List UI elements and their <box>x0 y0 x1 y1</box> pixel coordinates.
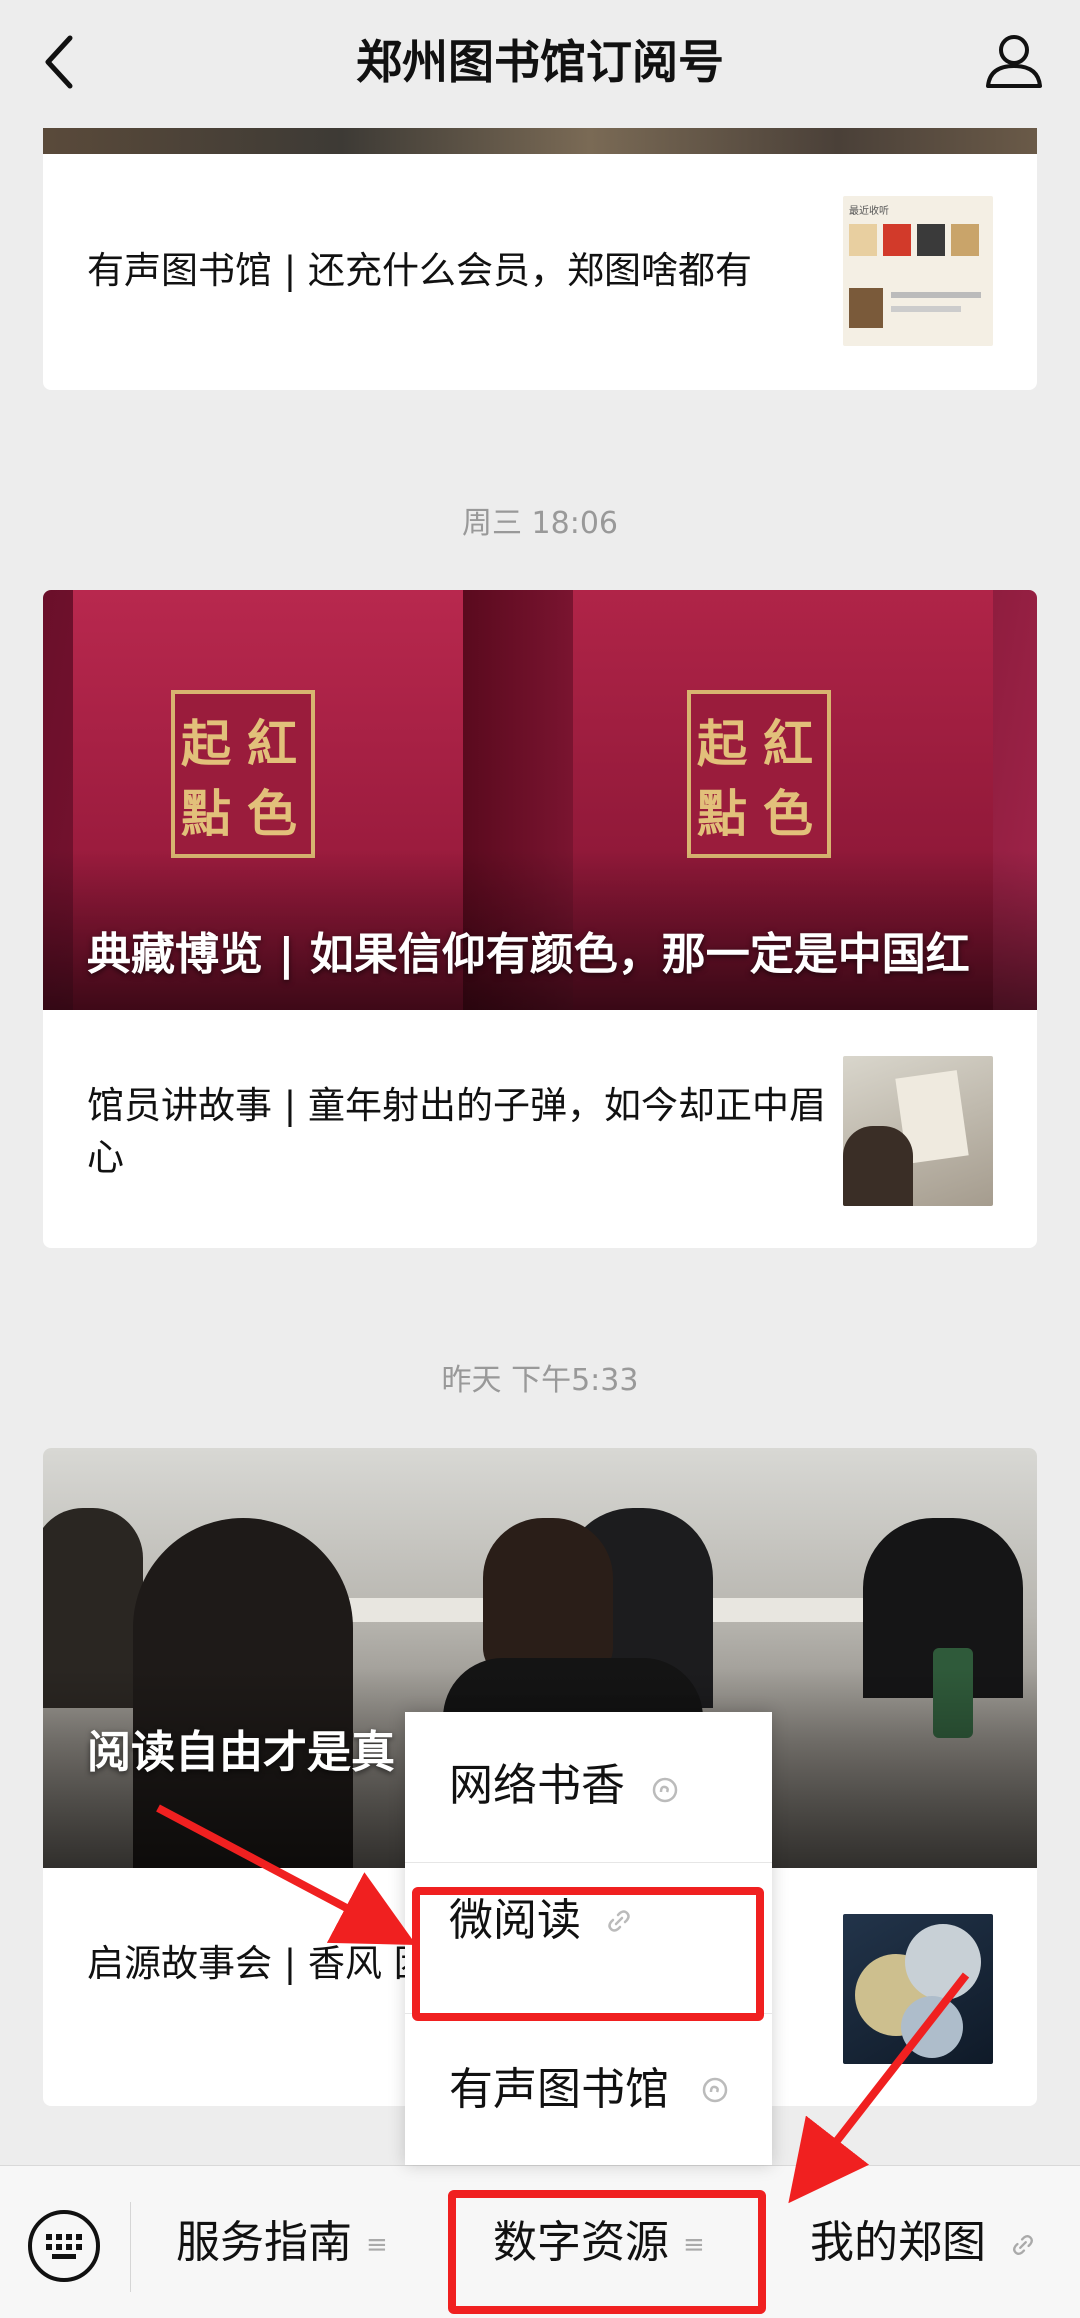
thumbnail-fan <box>905 1924 981 2000</box>
mini-program-icon <box>702 2077 728 2103</box>
article-title: 馆员讲故事 | 童年射出的子弹，如今却正中眉心 <box>87 1084 826 1179</box>
seal-character: 色 <box>247 785 297 843</box>
menu-my-library[interactable]: 我的郑图 <box>810 2208 1036 2278</box>
submenu-item-label: 网络书香 <box>449 1760 625 1811</box>
seal-character: 起 <box>697 715 747 773</box>
article-thumbnail <box>843 1914 993 2064</box>
reading-room-figure <box>483 1518 613 1678</box>
annotation-highlight-box <box>448 2190 766 2314</box>
timestamp: 周三 18:06 <box>462 506 618 541</box>
article-card[interactable]: 有声图书馆 | 还充什么会员，郑图啥都有 最近收听 <box>43 110 1037 390</box>
annotation-highlight-box <box>412 1887 764 2021</box>
menu-label: 服务指南 <box>176 2217 352 2268</box>
article-thumbnail <box>843 1056 993 1206</box>
divider <box>130 2202 131 2292</box>
thumbnail-tile <box>849 224 877 256</box>
thumbnail-fan <box>901 1996 963 2058</box>
person-icon[interactable] <box>982 28 1046 92</box>
seal-character: 紅 <box>763 715 813 773</box>
book-seal: 起 點 紅 色 <box>687 690 831 858</box>
top-bar: 郑州图书馆订阅号 <box>0 0 1080 128</box>
submenu-item-label: 有声图书馆 <box>449 2064 669 2115</box>
thumbnail-caption: 最近收听 <box>849 206 889 217</box>
keyboard-icon[interactable] <box>26 2208 102 2284</box>
thumbnail-line <box>891 292 981 298</box>
thumbnail-tile <box>951 224 979 256</box>
seal-character: 色 <box>763 785 813 843</box>
submenu-item-audio-library[interactable]: 有声图书馆 <box>405 2014 772 2164</box>
hero-title: 典藏博览 | 如果信仰有颜色，那一定是中国红 <box>87 929 970 980</box>
submenu-item-network-book-fragrance[interactable]: 网络书香 <box>405 1712 772 1862</box>
thumbnail-tile <box>917 224 945 256</box>
article-title: 有声图书馆 | 还充什么会员，郑图啥都有 <box>87 249 752 292</box>
mini-program-icon <box>652 1777 678 1803</box>
seal-character: 點 <box>697 785 747 843</box>
article-thumbnail: 最近收听 <box>843 196 993 346</box>
article-card[interactable]: 起 點 紅 色 起 點 紅 色 典藏博览 | 如果信仰有颜色，那一定是中国红 馆… <box>43 590 1037 1248</box>
link-icon <box>1013 2235 1033 2255</box>
book-seal: 起 點 紅 色 <box>171 690 315 858</box>
thumbnail-figure <box>843 1126 913 1206</box>
seal-character: 紅 <box>247 715 297 773</box>
submenu-indicator-icon: ≡ <box>366 2230 388 2260</box>
hero-image-strip <box>43 128 1037 154</box>
menu-label: 我的郑图 <box>810 2217 986 2268</box>
hero-image[interactable]: 起 點 紅 色 起 點 紅 色 典藏博览 | 如果信仰有颜色，那一定是中国红 <box>43 590 1037 1010</box>
thumbnail-tile <box>849 288 883 328</box>
menu-service-guide[interactable]: 服务指南 ≡ <box>176 2208 388 2278</box>
thumbnail-line <box>891 306 961 312</box>
page-title: 郑州图书馆订阅号 <box>356 35 724 89</box>
timestamp: 昨天 下午5:33 <box>441 1363 639 1398</box>
seal-character: 點 <box>181 785 231 843</box>
thumbnail-tile <box>883 224 911 256</box>
seal-character: 起 <box>181 715 231 773</box>
